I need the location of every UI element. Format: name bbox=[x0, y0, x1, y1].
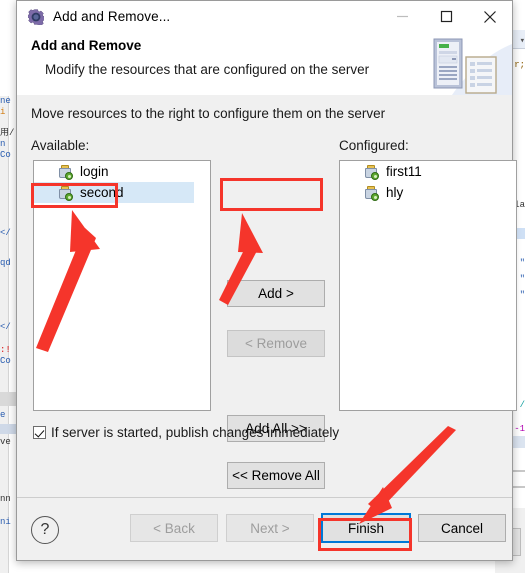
web-module-icon bbox=[58, 185, 74, 201]
list-item-label: first11 bbox=[386, 164, 422, 179]
list-item-label: second bbox=[80, 185, 124, 200]
gear-icon bbox=[26, 8, 46, 26]
list-item[interactable]: first11 bbox=[340, 161, 516, 182]
close-button[interactable] bbox=[468, 1, 512, 32]
publish-checkbox[interactable] bbox=[33, 426, 46, 439]
publish-checkbox-row[interactable]: If server is started, publish changes im… bbox=[33, 425, 339, 440]
bg-band bbox=[0, 392, 16, 406]
publish-checkbox-label: If server is started, publish changes im… bbox=[51, 425, 340, 440]
page-title: Add and Remove bbox=[31, 38, 142, 53]
bg-fragment: r; bbox=[514, 60, 525, 70]
instruction-text: Move resources to the right to configure… bbox=[31, 106, 386, 121]
window-title: Add and Remove... bbox=[53, 9, 171, 24]
dialog-footer: ? < Back Next > Finish Cancel bbox=[17, 497, 512, 560]
bg-fragment: -1 bbox=[514, 424, 525, 434]
web-module-icon bbox=[364, 185, 380, 201]
bg-top-fill bbox=[0, 0, 16, 96]
finish-button[interactable]: Finish bbox=[321, 513, 411, 543]
dialog-body: Move resources to the right to configure… bbox=[17, 95, 517, 498]
next-button: Next > bbox=[226, 514, 314, 542]
window-controls bbox=[380, 1, 512, 32]
server-and-document-icon bbox=[422, 32, 512, 95]
bg-fragment: " bbox=[519, 274, 525, 284]
configured-list[interactable]: first11 hly bbox=[339, 160, 517, 411]
available-label: Available: bbox=[31, 138, 90, 153]
list-item[interactable]: login bbox=[34, 161, 210, 182]
available-list[interactable]: login second bbox=[33, 160, 211, 411]
remove-button: < Remove bbox=[227, 330, 325, 357]
list-item[interactable]: second bbox=[34, 182, 194, 203]
page-subtitle: Modify the resources that are configured… bbox=[45, 62, 370, 77]
list-item-label: hly bbox=[386, 185, 404, 200]
help-icon[interactable]: ? bbox=[31, 516, 59, 544]
bg-fragment: " bbox=[519, 258, 525, 268]
web-module-icon bbox=[58, 164, 74, 180]
configured-label: Configured: bbox=[339, 138, 409, 153]
add-button[interactable]: Add > bbox=[227, 280, 325, 307]
web-module-icon bbox=[364, 164, 380, 180]
list-item[interactable]: hly bbox=[340, 182, 516, 203]
add-and-remove-dialog: Add and Remove... Add and Remove Modify … bbox=[16, 0, 517, 561]
bg-band bbox=[0, 424, 16, 434]
bg-fragment: / bbox=[519, 400, 525, 410]
bg-fragment: " bbox=[519, 290, 525, 300]
minimize-button[interactable] bbox=[380, 1, 424, 32]
dialog-header: Add and Remove Modify the resources that… bbox=[17, 32, 512, 96]
bg-fragment: ▾ bbox=[519, 36, 525, 46]
list-item-label: login bbox=[80, 164, 109, 179]
title-bar: Add and Remove... bbox=[17, 1, 512, 32]
maximize-button[interactable] bbox=[424, 1, 468, 32]
back-button: < Back bbox=[130, 514, 218, 542]
cancel-button[interactable]: Cancel bbox=[418, 514, 506, 542]
remove-all-button[interactable]: << Remove All bbox=[227, 462, 325, 489]
